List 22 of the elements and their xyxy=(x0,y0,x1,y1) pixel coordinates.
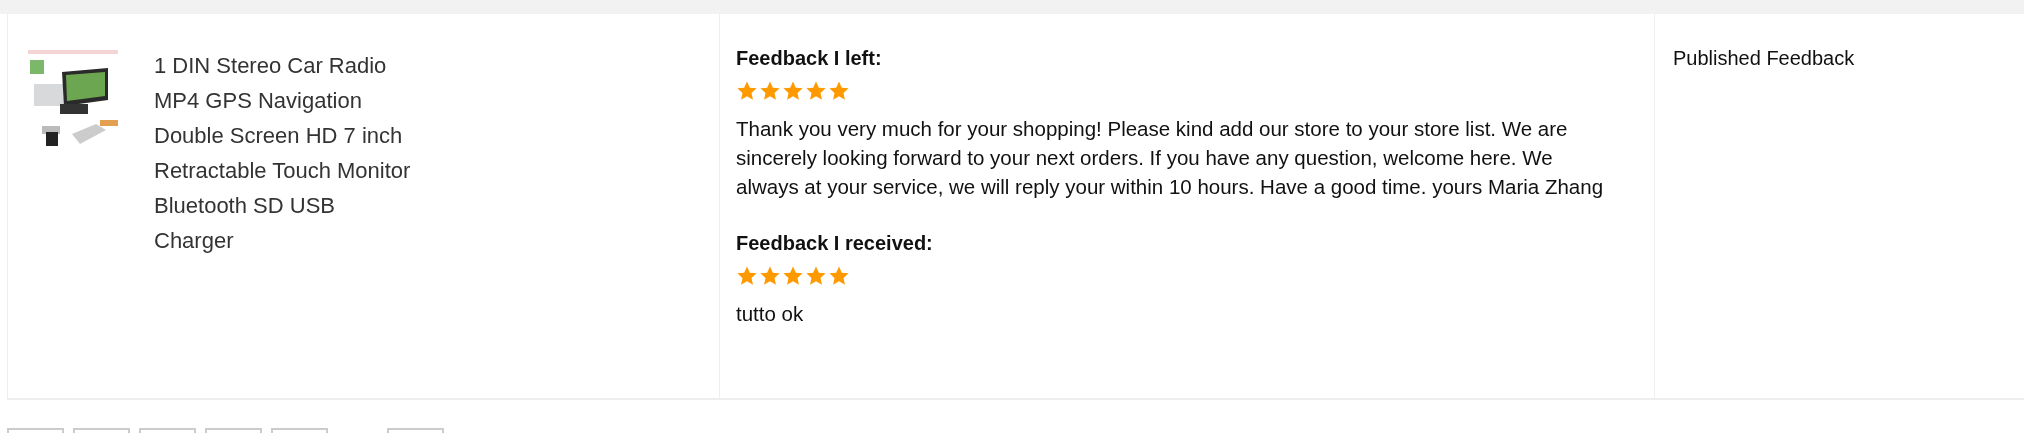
star-icon xyxy=(782,80,804,102)
star-icon xyxy=(828,80,850,102)
page-button[interactable] xyxy=(271,428,328,433)
feedback-status: Published Feedback xyxy=(1673,46,1855,71)
star-icon xyxy=(736,265,758,287)
feedback-heading: Feedback I received: xyxy=(736,231,933,256)
star-icon xyxy=(782,265,804,287)
star-icon xyxy=(828,265,850,287)
page-button[interactable] xyxy=(139,428,196,433)
page-button[interactable] xyxy=(73,428,130,433)
star-icon xyxy=(805,265,827,287)
page-button[interactable] xyxy=(387,428,444,433)
star-icon xyxy=(759,265,781,287)
star-icon xyxy=(736,80,758,102)
star-icon xyxy=(759,80,781,102)
feedback-heading: Feedback I left: xyxy=(736,46,882,71)
star-icon xyxy=(805,80,827,102)
page-button[interactable] xyxy=(7,428,64,433)
page-button[interactable] xyxy=(205,428,262,433)
feedback-text: tutto ok xyxy=(736,301,805,327)
feedback-text: Thank you very much for your shopping! Please kind add our store to your store list. We are sincerely looking forward to your next orders. If you have any question, welcome here. We always at your service, we will reply your within 10 hours. Have a good time. yours Maria Zhang xyxy=(736,116,1605,200)
product-title[interactable]: 1 DIN Stereo Car Radio MP4 GPS Navigation Double Screen HD 7 inch Retractable Touch Monitor Bluetooth SD USB Charger xyxy=(154,48,416,398)
